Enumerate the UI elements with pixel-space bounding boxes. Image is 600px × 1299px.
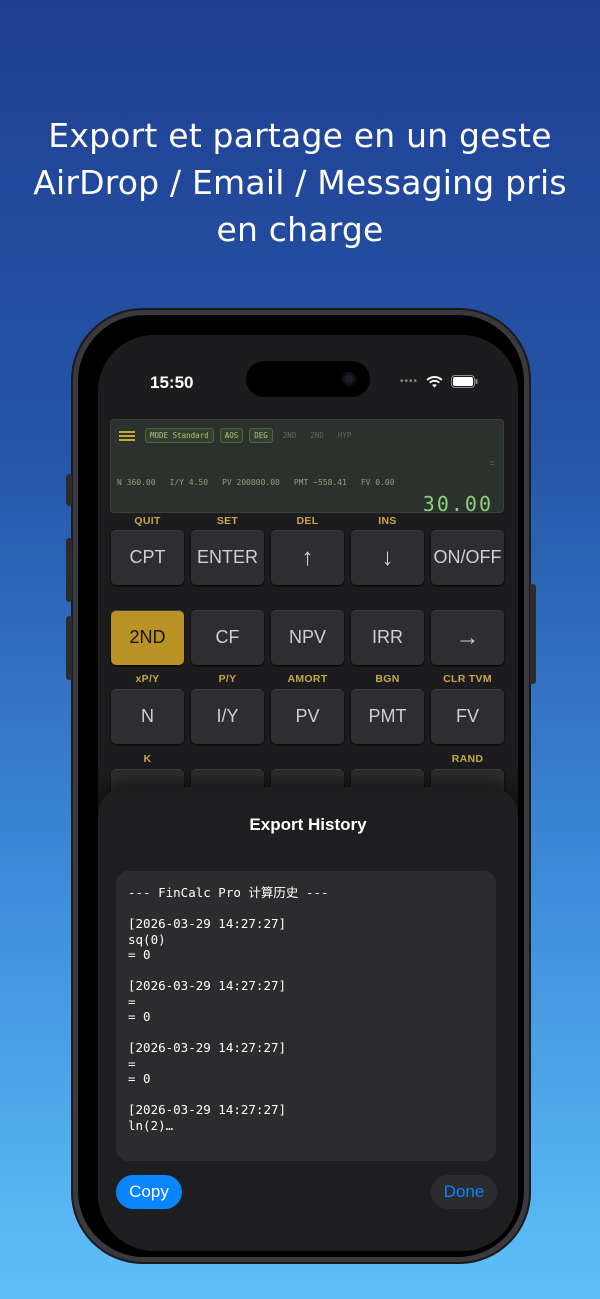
phone-frame: 15:50 •••• MODE Standard AOS DEG 2ND 2ND…	[66, 308, 536, 1264]
key-label-ins: INS	[378, 515, 397, 527]
key-label-empty	[431, 515, 504, 527]
equals-indicator: =	[489, 458, 495, 468]
row4-secondary-labels: K RAND	[111, 753, 504, 765]
tvm-pmt: PMT −558.41	[293, 478, 347, 487]
power-button	[530, 584, 536, 684]
up-arrow-key[interactable]: ↑	[271, 530, 344, 585]
export-history-sheet: Export History --- FinCalc Pro 计算历史 --- …	[98, 787, 518, 1251]
aos-tag[interactable]: AOS	[219, 428, 244, 443]
screen-bezel: 15:50 •••• MODE Standard AOS DEG 2ND 2ND…	[78, 315, 524, 1257]
status-time: 15:50	[150, 373, 194, 392]
key-label-empty-3	[271, 753, 344, 765]
tvm-fv: FV 0.00	[360, 478, 395, 487]
volume-down-button	[66, 616, 72, 680]
key-label-set: SET	[216, 515, 239, 527]
2nd-indicator: 2ND	[282, 431, 297, 440]
headline-line-2: AirDrop / Email / Messaging pris	[33, 163, 567, 202]
key-label-quit: QUIT	[134, 515, 161, 527]
key-label-bgn: BGN	[375, 673, 400, 685]
cellular-signal-icon: ••••	[399, 376, 418, 387]
history-line	[128, 901, 484, 917]
mode-tag[interactable]: MODE Standard	[145, 428, 214, 443]
down-arrow-key[interactable]: ↓	[351, 530, 424, 585]
key-label-amort: AMORT	[287, 673, 328, 685]
history-text-view[interactable]: --- FinCalc Pro 计算历史 --- [2026-03-29 14:…	[116, 871, 496, 1161]
history-line: [2026-03-29 14:27:27]	[128, 1040, 287, 1055]
keypad-row-2: 2ND CF NPV IRR →	[111, 610, 504, 665]
on-off-key[interactable]: ON/OFF	[431, 530, 504, 585]
n-key[interactable]: N	[111, 689, 184, 744]
deg-tag[interactable]: DEG	[249, 428, 273, 443]
history-line: = 0	[128, 1009, 151, 1024]
copy-button[interactable]: Copy	[116, 1175, 182, 1209]
history-line: [2026-03-29 14:27:27]	[128, 916, 287, 931]
enter-key[interactable]: ENTER	[191, 530, 264, 585]
tvm-n: N 360.00	[117, 478, 156, 487]
key-label-py: P/Y	[218, 673, 237, 685]
history-line: = 0	[128, 947, 151, 962]
history-line: [2026-03-29 14:27:27]	[128, 978, 287, 993]
battery-icon	[451, 375, 478, 388]
row1-secondary-labels: QUIT SET DEL INS	[111, 515, 504, 527]
calculator-display: MODE Standard AOS DEG 2ND 2ND HYP = N 36…	[110, 419, 504, 516]
volume-up-button	[66, 538, 72, 602]
history-line: [2026-03-29 14:27:27]	[128, 1102, 287, 1117]
fv-key[interactable]: FV	[431, 689, 504, 744]
display-main-value: 30.00	[422, 492, 493, 516]
history-line	[128, 1025, 484, 1041]
tvm-iy: I/Y 4.50	[169, 478, 209, 487]
key-label-k: K	[143, 753, 152, 765]
pmt-key[interactable]: PMT	[351, 689, 424, 744]
key-label-xpy: xP/Y	[135, 673, 160, 685]
headline-line-1: Export et partage en un geste	[48, 116, 552, 155]
iy-key[interactable]: I/Y	[191, 689, 264, 744]
dynamic-island	[246, 361, 370, 397]
camera-icon	[342, 372, 356, 386]
history-line: =	[128, 1055, 136, 1071]
headline-line-3: en charge	[216, 210, 384, 249]
display-mode-bar: MODE Standard AOS DEG 2ND 2ND HYP	[119, 428, 355, 443]
pv-key[interactable]: PV	[271, 689, 344, 744]
history-line	[128, 1087, 484, 1103]
headline: Export et partage en un geste AirDrop / …	[0, 112, 600, 253]
menu-icon[interactable]	[119, 430, 135, 441]
key-label-clr-tvm: CLR TVM	[443, 673, 492, 685]
cpt-key[interactable]: CPT	[111, 530, 184, 585]
wifi-icon	[426, 375, 443, 387]
2nd-indicator-2: 2ND	[310, 431, 324, 440]
sheet-title: Export History	[249, 815, 367, 834]
keypad-row-1: CPT ENTER ↑ ↓ ON/OFF	[111, 530, 504, 585]
cf-key[interactable]: CF	[191, 610, 264, 665]
tvm-pv: PV 200000.00	[222, 478, 280, 487]
history-line: ln(2)…	[128, 1117, 174, 1133]
hyp-indicator: HYP	[337, 431, 352, 440]
row3-secondary-labels: xP/Y P/Y AMORT BGN CLR TVM	[111, 673, 504, 685]
history-line	[128, 963, 484, 979]
irr-key[interactable]: IRR	[351, 610, 424, 665]
right-arrow-key[interactable]: →	[431, 610, 504, 665]
done-button[interactable]: Done	[431, 1175, 497, 1209]
history-line: = 0	[128, 1071, 151, 1086]
key-label-del: DEL	[296, 515, 319, 527]
key-label-empty-4	[351, 753, 424, 765]
status-icons: ••••	[400, 375, 478, 388]
second-function-key[interactable]: 2ND	[111, 610, 184, 665]
history-line: =	[128, 993, 136, 1009]
mute-switch	[66, 474, 72, 506]
npv-key[interactable]: NPV	[271, 610, 344, 665]
keypad-row-3: N I/Y PV PMT FV	[111, 689, 504, 744]
tvm-values: N 360.00 I/Y 4.50 PV 200000.00 PMT −558.…	[117, 478, 395, 487]
key-label-rand: RAND	[451, 753, 484, 765]
history-line: sq(0)	[128, 931, 166, 947]
screen: 15:50 •••• MODE Standard AOS DEG 2ND 2ND…	[98, 335, 518, 1251]
history-line: --- FinCalc Pro 计算历史 ---	[128, 885, 329, 900]
key-label-empty-2	[191, 753, 264, 765]
